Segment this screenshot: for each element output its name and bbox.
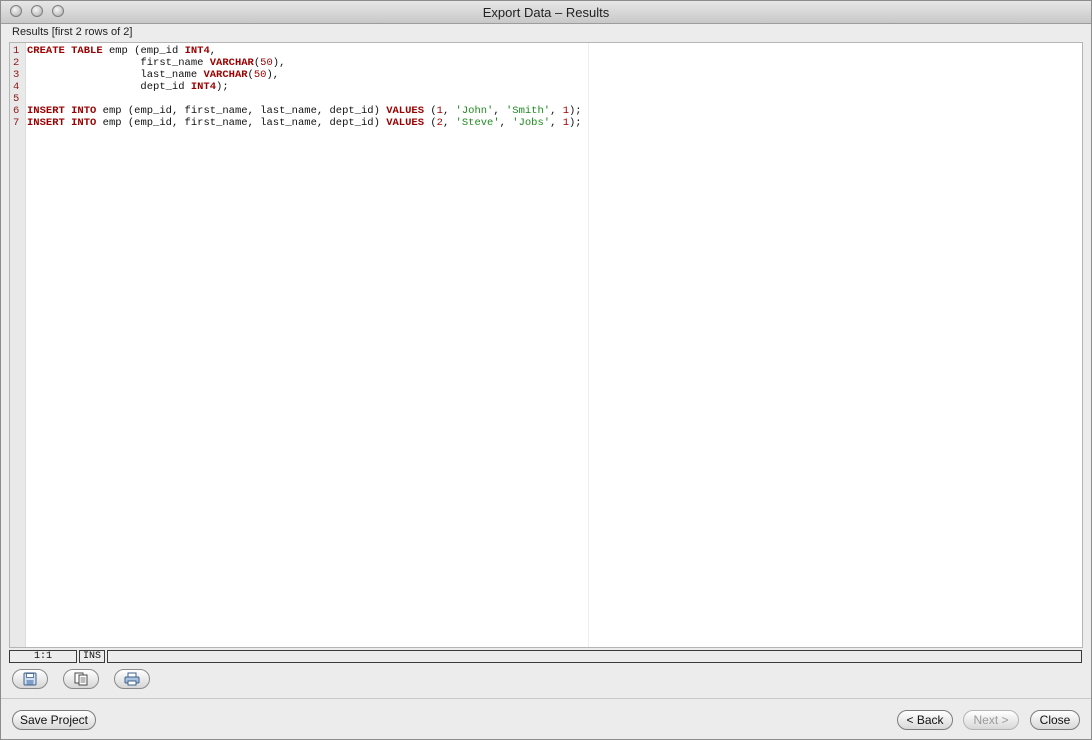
- sql-text: (: [424, 105, 437, 117]
- code-text: dept_id INT4);: [27, 81, 229, 93]
- code-text: INSERT INTO emp (emp_id, first_name, las…: [27, 105, 582, 117]
- line-number: 5: [13, 93, 20, 105]
- code-line[interactable]: 3 last_name VARCHAR(50),: [10, 69, 1082, 81]
- sql-keyword: INSERT: [27, 105, 65, 117]
- save-icon: [23, 672, 37, 686]
- sql-keyword: INT4: [184, 45, 210, 57]
- insert-mode-indicator: INS: [79, 650, 105, 663]
- sql-text: ,: [550, 105, 563, 117]
- line-number: 1: [13, 45, 20, 57]
- save-results-button[interactable]: [12, 669, 48, 689]
- sql-keyword: INSERT: [27, 117, 65, 129]
- copy-results-button[interactable]: [63, 669, 99, 689]
- close-button[interactable]: Close: [1030, 710, 1080, 730]
- line-number: 3: [13, 69, 20, 81]
- sql-string: 'Steve': [455, 117, 500, 129]
- sql-text: );: [569, 117, 582, 129]
- sql-text: );: [216, 81, 229, 93]
- sql-text: ,: [442, 105, 456, 117]
- sql-keyword: INT4: [190, 81, 217, 93]
- sql-text: ,: [550, 117, 563, 129]
- sql-keyword: VALUES: [386, 105, 425, 117]
- editor-status-bar: 1:1 INS: [9, 650, 1083, 664]
- code-text: first_name VARCHAR(50),: [27, 57, 285, 69]
- code-line[interactable]: 1 CREATE TABLE emp (emp_id INT4,: [10, 45, 1082, 57]
- sql-keyword: VALUES: [386, 117, 425, 129]
- sql-text: );: [569, 105, 582, 117]
- sql-keyword: CREATE: [27, 45, 65, 57]
- sql-text: emp (emp_id, first_name, last_name, dept…: [96, 105, 387, 117]
- code-text: last_name VARCHAR(50),: [27, 69, 279, 81]
- export-data-window: Export Data – Results Results [first 2 r…: [0, 0, 1092, 740]
- sql-keyword: INTO: [71, 117, 97, 129]
- sql-editor[interactable]: 1 CREATE TABLE emp (emp_id INT4, 2 first_n…: [9, 42, 1083, 648]
- code-line[interactable]: 4 dept_id INT4);: [10, 81, 1082, 93]
- code-text: INSERT INTO emp (emp_id, first_name, las…: [27, 117, 582, 129]
- sql-text: ,: [493, 105, 506, 117]
- sql-keyword: TABLE: [71, 45, 103, 57]
- line-number: 7: [13, 117, 20, 129]
- sql-keyword: VARCHAR: [209, 57, 254, 69]
- line-number: 2: [13, 57, 20, 69]
- sql-number: 50: [260, 57, 273, 69]
- results-label: Results [first 2 rows of 2]: [12, 26, 133, 38]
- title-bar[interactable]: Export Data – Results: [1, 1, 1091, 24]
- sql-text: last_name: [27, 69, 204, 81]
- footer-divider: [1, 698, 1091, 699]
- sql-text: emp (emp_id: [102, 45, 185, 57]
- code-text: CREATE TABLE emp (emp_id INT4,: [27, 45, 216, 57]
- window-title: Export Data – Results: [482, 5, 610, 20]
- sql-text: emp (emp_id, first_name, last_name, dept…: [96, 117, 387, 129]
- code-line[interactable]: 2 first_name VARCHAR(50),: [10, 57, 1082, 69]
- sql-text: ),: [272, 57, 286, 69]
- save-project-button[interactable]: Save Project: [12, 710, 96, 730]
- sql-text: (: [424, 117, 437, 129]
- sql-number: 50: [253, 69, 267, 81]
- cursor-position: 1:1: [9, 650, 77, 663]
- sql-text: ,: [209, 45, 217, 57]
- next-button[interactable]: Next >: [963, 710, 1019, 730]
- sql-keyword: VARCHAR: [203, 69, 248, 81]
- print-icon: [124, 672, 140, 686]
- sql-text: ),: [266, 69, 280, 81]
- sql-text: first_name: [27, 57, 210, 69]
- sql-text: dept_id: [27, 81, 191, 93]
- sql-string: 'Smith': [505, 105, 551, 117]
- code-line[interactable]: 5: [10, 93, 1082, 105]
- back-button[interactable]: < Back: [897, 710, 953, 730]
- print-margin-line: [588, 43, 589, 647]
- code-line[interactable]: 7 INSERT INTO emp (emp_id, first_name, la…: [10, 117, 1082, 129]
- sql-string: 'Jobs': [512, 117, 551, 129]
- copy-icon: [74, 672, 88, 686]
- sql-text: ,: [499, 117, 513, 129]
- status-message: [107, 650, 1082, 663]
- sql-keyword: INTO: [71, 105, 97, 117]
- line-number-gutter: [10, 43, 26, 647]
- print-results-button[interactable]: [114, 669, 150, 689]
- line-number: 6: [13, 105, 20, 117]
- line-number: 4: [13, 81, 20, 93]
- sql-string: 'John': [455, 105, 494, 117]
- code-line[interactable]: 6 INSERT INTO emp (emp_id, first_name, la…: [10, 105, 1082, 117]
- sql-text: ,: [442, 117, 456, 129]
